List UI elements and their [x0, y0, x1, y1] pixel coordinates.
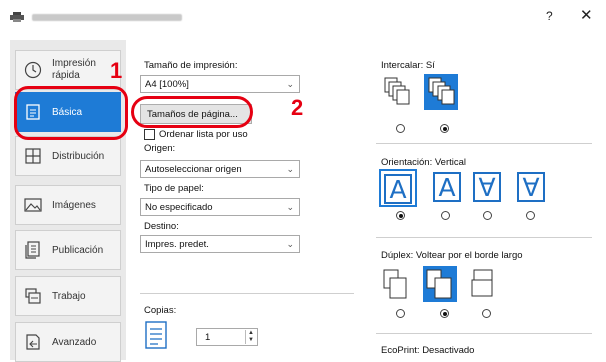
orientation-glyph: A: [384, 174, 412, 204]
duplex-option-short-edge[interactable]: [466, 266, 500, 302]
print-size-label: Tamaño de impresión:: [144, 60, 238, 71]
close-button[interactable]: ✕: [580, 6, 593, 24]
tab-distribucion[interactable]: Distribución: [15, 136, 121, 176]
source-dropdown[interactable]: Autoseleccionar origen ⌄: [140, 160, 300, 178]
orientation-glyph: ∀: [517, 172, 545, 202]
help-button[interactable]: ?: [546, 9, 553, 23]
title-bar: ? ✕: [0, 0, 606, 34]
ecoprint-label: EcoPrint: Desactivado: [381, 345, 474, 356]
orientation-glyph: ∀: [473, 172, 501, 202]
duplex-radio-off[interactable]: [396, 309, 405, 318]
printer-icon: [10, 12, 24, 22]
orientation-label-text: Orientación:: [381, 157, 433, 168]
sort-list-label: Ordenar lista por uso: [159, 129, 248, 140]
tab-avanzado[interactable]: Avanzado: [15, 322, 121, 362]
publication-icon: [25, 241, 40, 259]
orientation-value: Vertical: [434, 157, 467, 168]
advanced-icon: [26, 334, 40, 350]
tab-publicacion[interactable]: Publicación: [15, 230, 121, 270]
chevron-down-icon: ⌄: [286, 79, 294, 89]
destination-label: Destino:: [144, 221, 179, 232]
section-divider: [376, 237, 592, 238]
chevron-down-icon: ⌄: [286, 202, 294, 212]
tab-label: Avanzado: [52, 337, 97, 348]
tab-label: Imágenes: [52, 200, 96, 211]
chevron-down-icon: ⌄: [286, 164, 294, 174]
callout-ring-page-sizes: [131, 96, 253, 128]
dropdown-value: Impres. predet.: [145, 239, 209, 250]
tab-label-line: Impresión rápida: [52, 58, 96, 81]
duplex-option-long-edge[interactable]: [423, 266, 457, 302]
duplex-radio-long-edge[interactable]: [440, 309, 449, 318]
orientation-portrait-rotated[interactable]: ∀: [468, 169, 506, 207]
collate-radio-on[interactable]: [440, 124, 449, 133]
tab-label: Distribución: [52, 151, 105, 162]
duplex-label: Dúplex: Voltear por el borde largo: [381, 250, 523, 261]
tab-trabajo[interactable]: Trabajo: [15, 276, 121, 316]
section-divider: [376, 333, 592, 334]
simplex-icon: [383, 269, 407, 299]
collate-radio-off[interactable]: [396, 124, 405, 133]
duplex-radio-short-edge[interactable]: [482, 309, 491, 318]
dropdown-value: Autoseleccionar origen: [145, 164, 242, 175]
orientation-landscape-rotated[interactable]: ∀: [512, 169, 550, 207]
collate-value: Sí: [425, 60, 435, 71]
tab-label: Trabajo: [52, 291, 86, 302]
callout-number-1: 1: [110, 58, 123, 83]
ecoprint-value: Desactivado: [422, 345, 475, 356]
collate-option-off[interactable]: [381, 74, 415, 110]
destination-dropdown[interactable]: Impres. predet. ⌄: [140, 235, 300, 253]
image-icon: [24, 198, 42, 212]
duplex-short-edge-icon: [471, 269, 493, 297]
copies-value: 1: [205, 332, 211, 343]
copies-icon: [145, 321, 167, 349]
orientation-glyph: A: [433, 172, 461, 202]
tab-impresion-rapida[interactable]: Impresión rápida: [15, 50, 121, 90]
paper-type-dropdown[interactable]: No especificado ⌄: [140, 198, 300, 216]
orientation-portrait[interactable]: A: [379, 169, 417, 207]
collate-option-on[interactable]: [424, 74, 458, 110]
clock-icon: [24, 61, 42, 79]
section-divider: [140, 293, 354, 294]
duplex-option-off[interactable]: [380, 266, 414, 302]
orientation-radio-landscape[interactable]: [441, 211, 450, 220]
tab-imagenes[interactable]: Imágenes: [15, 185, 121, 225]
duplex-value: Voltear por el borde largo: [415, 250, 523, 261]
print-size-dropdown[interactable]: A4 [100%] ⌄: [140, 75, 300, 93]
orientation-radio-portrait-rotated[interactable]: [483, 211, 492, 220]
paper-type-label: Tipo de papel:: [144, 183, 204, 194]
copies-stepper[interactable]: 1 ▲ ▼: [196, 328, 258, 346]
copies-label: Copias:: [144, 305, 177, 316]
sort-list-checkbox[interactable]: [144, 129, 155, 140]
collated-icon: [428, 77, 455, 105]
stepper-arrows-icon[interactable]: ▲ ▼: [245, 330, 256, 344]
ecoprint-label-text: EcoPrint:: [381, 345, 420, 356]
orientation-label: Orientación: Vertical: [381, 157, 466, 168]
source-label: Origen:: [144, 143, 176, 154]
section-divider: [376, 143, 592, 144]
tab-label: Publicación: [52, 245, 104, 256]
uncollated-icon: [384, 77, 410, 105]
orientation-radio-portrait[interactable]: [396, 211, 405, 220]
job-icon: [25, 288, 41, 304]
orientation-radio-landscape-rotated[interactable]: [526, 211, 535, 220]
chevron-down-icon: ⌄: [286, 239, 294, 249]
callout-ring-basica: [14, 86, 128, 140]
window-title-blurred: [32, 14, 182, 21]
callout-number-2: 2: [291, 95, 304, 120]
dropdown-value: No especificado: [145, 202, 213, 213]
dropdown-value: A4 [100%]: [145, 79, 189, 90]
grid-icon: [25, 148, 41, 164]
duplex-long-edge-icon: [426, 269, 452, 299]
tab-label: Impresión rápida: [52, 58, 96, 82]
orientation-landscape[interactable]: A: [428, 169, 466, 207]
duplex-label-text: Dúplex:: [381, 250, 414, 261]
collate-label: Intercalar: Sí: [381, 60, 435, 71]
collate-label-text: Intercalar:: [381, 60, 424, 71]
